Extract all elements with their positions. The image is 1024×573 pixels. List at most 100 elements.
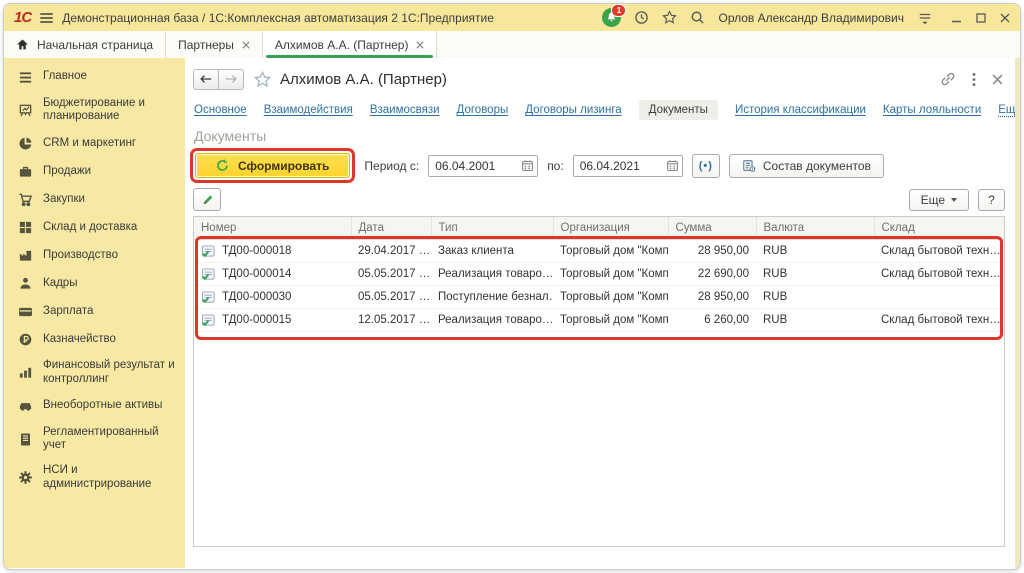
tab-close-icon[interactable] [242, 41, 250, 49]
sidebar-item-production[interactable]: Производство [4, 241, 185, 269]
tab-partners[interactable]: Партнеры [166, 31, 263, 58]
tab-close-icon[interactable] [416, 41, 424, 49]
tab-label: Начальная страница [37, 38, 153, 52]
favorite-star-icon[interactable] [254, 71, 271, 88]
sidebar-item-label: CRM и маркетинг [43, 137, 136, 150]
window-right-border [1015, 58, 1020, 568]
sidebar-item-regulated[interactable]: Регламентированный учет [4, 420, 185, 458]
sidebar-item-main[interactable]: Главное [4, 63, 185, 91]
sidebar-item-assets[interactable]: Внеоборотные активы [4, 392, 185, 420]
col-sum[interactable]: Сумма [668, 217, 756, 240]
col-currency[interactable]: Валюта [756, 217, 874, 240]
annotation-box-generate: Сформировать [190, 148, 355, 183]
table-row[interactable]: ТД00-000015 12.05.2017 … Реализация това… [194, 309, 1004, 332]
sidebar-item-label: Закупки [43, 193, 85, 206]
nav-link-loyalty-cards[interactable]: Карты лояльности [883, 104, 981, 116]
chevron-down-icon [951, 198, 957, 202]
sidebar-item-sales[interactable]: Продажи [4, 157, 185, 185]
sidebar-item-crm[interactable]: CRM и маркетинг [4, 129, 185, 157]
close-button[interactable] [1000, 13, 1010, 23]
nav-link-classification-history[interactable]: История классификации [735, 104, 866, 116]
close-form-icon[interactable] [992, 74, 1003, 85]
sidebar-item-finance[interactable]: Финансовый результат и контроллинг [4, 353, 185, 391]
calendar-icon[interactable] [666, 159, 679, 172]
edit-button[interactable] [193, 188, 221, 211]
doc-organization: Торговый дом "Комп… [553, 263, 668, 286]
doc-number: ТД00-000014 [222, 268, 291, 280]
get-link-icon[interactable] [940, 71, 956, 87]
app-window: 1С Демонстрационная база / 1С:Комплексна… [3, 3, 1021, 570]
sidebar-item-nsi-admin[interactable]: НСИ и администрирование [4, 458, 185, 496]
tab-alkhimov-partner[interactable]: Алхимов А.А. (Партнер) [263, 31, 438, 58]
sidebar-item-label: Финансовый результат и контроллинг [43, 359, 181, 385]
notification-badge: 1 [611, 4, 626, 17]
calendar-icon[interactable] [521, 159, 534, 172]
col-number[interactable]: Номер [194, 217, 351, 240]
form-navigation: Основное Взаимодействия Взаимосвязи Дого… [194, 100, 1005, 120]
table-row[interactable]: ТД00-000014 05.05.2017 … Реализация това… [194, 263, 1004, 286]
doc-sum: 22 690,00 [668, 263, 756, 286]
report-toolbar: Сформировать Период с: по: ( [190, 148, 1005, 183]
car-icon [17, 398, 33, 414]
home-icon [16, 38, 29, 51]
sections-panel: Главное Бюджетирование и планирование CR… [4, 58, 185, 568]
help-button[interactable]: ? [978, 189, 1005, 211]
more-actions-button[interactable]: Еще [909, 189, 969, 211]
doc-date: 05.05.2017 … [351, 286, 431, 309]
more-menu-dots-icon[interactable] [972, 72, 976, 87]
ledger-icon [17, 431, 33, 447]
favorites-star-icon[interactable] [662, 10, 677, 25]
generate-button-label: Сформировать [238, 159, 329, 173]
col-organization[interactable]: Организация [553, 217, 668, 240]
nav-link-leasing-contracts[interactable]: Договоры лизинга [525, 104, 621, 116]
gear-icon [17, 470, 33, 486]
document-composition-button[interactable]: Состав документов [729, 154, 884, 178]
doc-date: 05.05.2017 … [351, 263, 431, 286]
more-button-label: Еще [921, 193, 945, 207]
back-button[interactable] [193, 69, 219, 90]
period-picker-button[interactable]: (•) [692, 154, 720, 178]
nav-link-main[interactable]: Основное [194, 104, 247, 116]
table-row[interactable]: ТД00-000018 29.04.2017 … Заказ клиента Т… [194, 240, 1004, 263]
sidebar-item-hr[interactable]: Кадры [4, 269, 185, 297]
main-menu-icon[interactable] [40, 13, 53, 23]
current-user[interactable]: Орлов Александр Владимирович [718, 11, 904, 25]
col-type[interactable]: Тип [431, 217, 553, 240]
nav-link-relations[interactable]: Взаимосвязи [370, 104, 440, 116]
grid-boxes-icon [17, 219, 33, 235]
menu-lines-icon [17, 69, 33, 85]
sidebar-item-label: Бюджетирование и планирование [43, 97, 181, 123]
person-icon [17, 275, 33, 291]
service-settings-icon[interactable] [917, 11, 933, 25]
sidebar-item-payroll[interactable]: Зарплата [4, 297, 185, 325]
sidebar-item-purchases[interactable]: Закупки [4, 185, 185, 213]
col-date[interactable]: Дата [351, 217, 431, 240]
doc-currency: RUB [756, 240, 874, 263]
doc-currency: RUB [756, 309, 874, 332]
table-row[interactable]: ТД00-000030 05.05.2017 … Поступление без… [194, 286, 1004, 309]
search-icon[interactable] [690, 10, 705, 25]
nav-link-interactions[interactable]: Взаимодействия [264, 104, 353, 116]
minimize-button[interactable] [952, 13, 962, 23]
doc-currency: RUB [756, 286, 874, 309]
sidebar-item-treasury[interactable]: Казначейство [4, 325, 185, 353]
tab-home[interactable]: Начальная страница [4, 31, 166, 58]
nav-link-contracts[interactable]: Договоры [457, 104, 509, 116]
doc-type: Реализация товаро… [431, 263, 553, 286]
cart-icon [17, 191, 33, 207]
sidebar-item-label: Главное [43, 70, 87, 83]
history-icon[interactable] [634, 10, 649, 25]
sidebar-item-warehouse[interactable]: Склад и доставка [4, 213, 185, 241]
forward-button[interactable] [218, 69, 244, 90]
sidebar-item-budgeting[interactable]: Бюджетирование и планирование [4, 91, 185, 129]
notifications-icon[interactable]: 1 [602, 8, 621, 27]
list-settings-icon [742, 159, 756, 173]
page-title: Документы [194, 128, 1015, 144]
nav-link-documents-active[interactable]: Документы [639, 100, 718, 120]
generate-button[interactable]: Сформировать [195, 153, 350, 178]
form-header: Алхимов А.А. (Партнер) [193, 64, 1003, 94]
maximize-button[interactable] [976, 13, 986, 23]
col-warehouse[interactable]: Склад [874, 217, 1004, 240]
posted-document-icon [201, 245, 216, 258]
period-to-label: по: [547, 159, 564, 173]
